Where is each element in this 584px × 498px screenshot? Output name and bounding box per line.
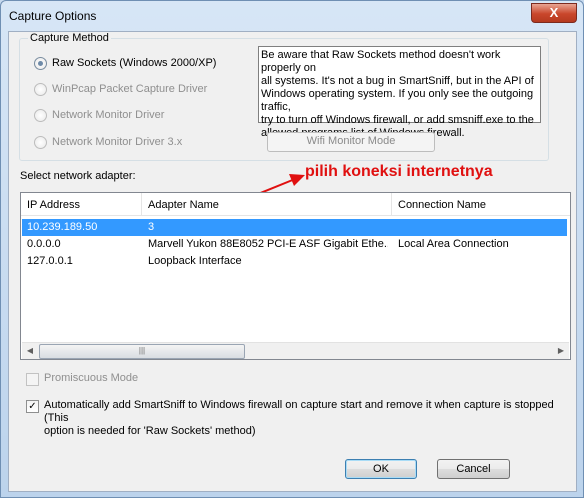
cell-ip: 0.0.0.0 bbox=[27, 238, 61, 250]
close-button[interactable]: X bbox=[531, 3, 577, 23]
table-row[interactable]: 0.0.0.0 Marvell Yukon 88E8052 PCI-E ASF … bbox=[22, 236, 567, 253]
capture-method-group: Capture Method Raw Sockets (Windows 2000… bbox=[19, 32, 549, 161]
firewall-label-line2: option is needed for 'Raw Sockets' metho… bbox=[44, 425, 256, 437]
cell-adapter: 3 bbox=[148, 221, 155, 233]
column-ip-address[interactable]: IP Address bbox=[21, 193, 142, 215]
adapter-list[interactable]: IP Address Adapter Name Connection Name … bbox=[20, 192, 571, 360]
radio-winpcap-label: WinPcap Packet Capture Driver bbox=[52, 83, 208, 95]
cell-ip: 127.0.0.1 bbox=[27, 255, 73, 267]
cancel-button[interactable]: Cancel bbox=[437, 459, 510, 479]
radio-network-monitor-3x-label: Network Monitor Driver 3.x bbox=[52, 136, 183, 148]
firewall-label: Automatically add SmartSniff to Windows … bbox=[44, 399, 566, 438]
select-adapter-label: Select network adapter: bbox=[20, 170, 136, 182]
title-bar[interactable]: Capture Options X bbox=[1, 1, 583, 31]
promiscuous-mode-checkbox bbox=[26, 373, 39, 386]
table-row[interactable]: 10.239.189.50 3 bbox=[22, 219, 567, 236]
column-adapter-name[interactable]: Adapter Name bbox=[142, 193, 392, 215]
firewall-checkbox[interactable]: ✓ bbox=[26, 400, 39, 413]
promiscuous-mode-option: Promiscuous Mode bbox=[26, 372, 138, 386]
scroll-right-icon[interactable]: ▶ bbox=[553, 343, 569, 359]
radio-network-monitor-3x-indicator bbox=[34, 135, 47, 149]
window-title: Capture Options bbox=[9, 9, 97, 23]
cell-connection: Local Area Connection bbox=[398, 238, 509, 250]
radio-network-monitor-3x: Network Monitor Driver 3.x bbox=[34, 134, 182, 150]
radio-raw-sockets-indicator[interactable] bbox=[34, 56, 47, 70]
radio-network-monitor-label: Network Monitor Driver bbox=[52, 109, 165, 121]
capture-method-legend: Capture Method bbox=[28, 32, 111, 44]
wifi-monitor-mode-button: Wifi Monitor Mode bbox=[267, 132, 435, 152]
radio-network-monitor: Network Monitor Driver bbox=[34, 107, 164, 123]
scroll-thumb[interactable]: ||| bbox=[39, 344, 245, 359]
ok-button[interactable]: OK bbox=[345, 459, 417, 479]
adapter-list-header: IP Address Adapter Name Connection Name bbox=[21, 193, 570, 216]
radio-raw-sockets[interactable]: Raw Sockets (Windows 2000/XP) bbox=[34, 55, 216, 71]
info-line: try to turn off Windows firewall, or add… bbox=[261, 114, 534, 126]
scroll-left-icon[interactable]: ◀ bbox=[22, 343, 38, 359]
info-line: all systems. It's not a bug in SmartSnif… bbox=[261, 75, 534, 87]
radio-raw-sockets-label: Raw Sockets (Windows 2000/XP) bbox=[52, 57, 217, 69]
capture-options-window: Capture Options X Capture Method Raw Soc… bbox=[0, 0, 584, 498]
radio-network-monitor-indicator bbox=[34, 108, 47, 122]
raw-sockets-info-text: Be aware that Raw Sockets method doesn't… bbox=[258, 46, 541, 139]
firewall-label-line1: Automatically add SmartSniff to Windows … bbox=[44, 399, 554, 424]
cell-ip: 10.239.189.50 bbox=[27, 221, 98, 233]
column-connection-name[interactable]: Connection Name bbox=[392, 193, 570, 215]
info-line: Windows operating system. If you only se… bbox=[261, 88, 534, 113]
firewall-option[interactable]: ✓ Automatically add SmartSniff to Window… bbox=[26, 399, 566, 438]
cell-adapter: Loopback Interface bbox=[148, 255, 242, 267]
cell-adapter: Marvell Yukon 88E8052 PCI-E ASF Gigabit … bbox=[148, 238, 388, 250]
dialog-client-area: Capture Method Raw Sockets (Windows 2000… bbox=[8, 31, 577, 492]
info-line: Be aware that Raw Sockets method doesn't… bbox=[261, 49, 501, 74]
radio-winpcap-indicator bbox=[34, 82, 47, 96]
promiscuous-mode-label: Promiscuous Mode bbox=[44, 372, 139, 384]
radio-winpcap: WinPcap Packet Capture Driver bbox=[34, 81, 207, 97]
annotation-text: pilih koneksi internetnya bbox=[305, 163, 493, 180]
table-row[interactable]: 127.0.0.1 Loopback Interface bbox=[22, 253, 567, 270]
horizontal-scrollbar[interactable]: ◀ ||| ▶ bbox=[22, 342, 569, 359]
